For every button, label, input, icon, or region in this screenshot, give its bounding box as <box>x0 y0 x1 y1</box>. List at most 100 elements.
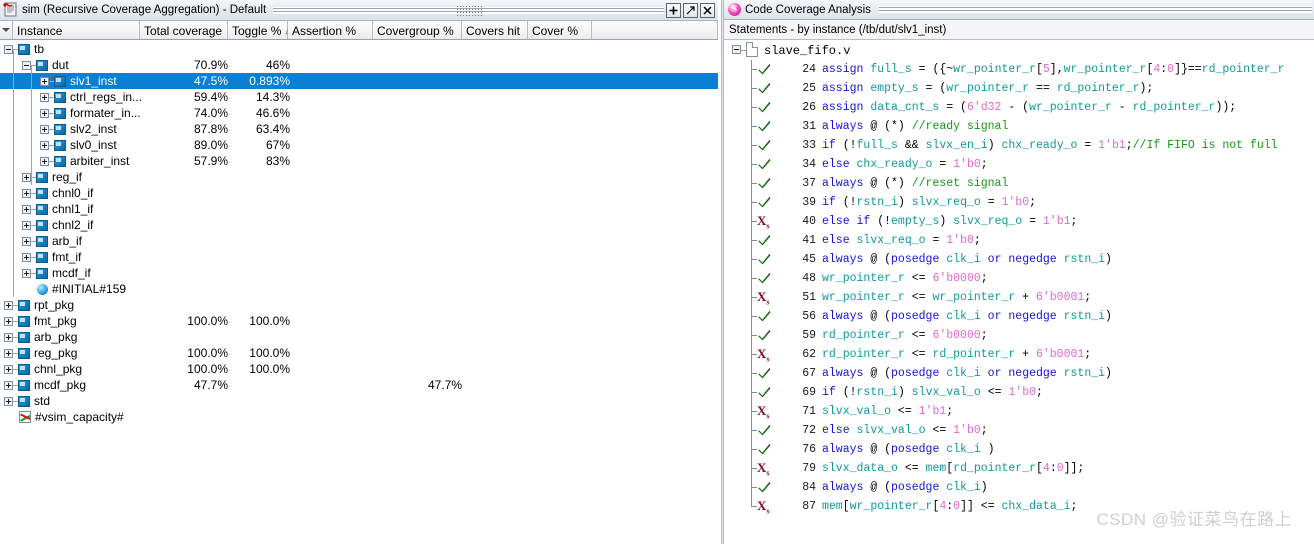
expand-node-icon[interactable] <box>22 252 31 262</box>
expand-node-icon[interactable] <box>22 172 31 182</box>
tree-row[interactable]: rpt_pkg <box>0 297 718 313</box>
maximize-pane-button[interactable] <box>666 2 681 18</box>
code-token: rd_pointer_r <box>1132 101 1216 114</box>
code-line-row[interactable]: 56 always @ (posedge clk_i or negedge rst… <box>724 307 1314 326</box>
cell-toggle-percent: 83% <box>265 154 290 168</box>
code-line-row[interactable]: 84 always @ (posedge clk_i) <box>724 478 1314 497</box>
column-header-assertion[interactable]: Assertion % <box>288 21 373 39</box>
code-line-row[interactable]: 37 always @ (*) //reset signal <box>724 174 1314 193</box>
expand-node-icon[interactable] <box>22 220 31 230</box>
code-line-row[interactable]: Xs 71 slvx_val_o <= 1'b1; <box>724 402 1314 421</box>
column-header-cover[interactable]: Cover % <box>528 21 592 39</box>
code-line-row[interactable]: 69 if (!rstn_i) slvx_val_o <= 1'b0; <box>724 383 1314 402</box>
coverage-status-gutter <box>724 136 788 155</box>
expand-node-icon[interactable] <box>4 300 13 310</box>
code-line-row[interactable]: 31 always @ (*) //ready signal <box>724 117 1314 136</box>
code-line-row[interactable]: 24 assign full_s = ({~wr_pointer_r[5],wr_… <box>724 60 1314 79</box>
expand-node-icon[interactable] <box>40 76 49 86</box>
column-header-covergroup[interactable]: Covergroup % <box>373 21 462 39</box>
tree-row[interactable]: dut 70.9% 46% <box>0 57 718 73</box>
tree-row[interactable]: tb <box>0 41 718 57</box>
code-line-row[interactable]: 67 always @ (posedge clk_i or negedge rst… <box>724 364 1314 383</box>
tree-row[interactable]: std <box>0 393 718 409</box>
code-token: 1'b1 <box>1042 215 1071 228</box>
expand-node-icon[interactable] <box>40 108 49 118</box>
line-number: 37 <box>802 177 816 190</box>
expand-node-icon[interactable] <box>22 236 31 246</box>
code-line-row[interactable]: 34 else chx_ready_o = 1'b0; <box>724 155 1314 174</box>
expand-node-icon[interactable] <box>4 332 13 342</box>
tree-row[interactable]: slv2_inst 87.8% 63.4% <box>0 121 718 137</box>
collapse-node-icon[interactable] <box>4 44 13 54</box>
column-header-total-coverage[interactable]: Total coverage <box>140 21 228 39</box>
column-header-covers-hit[interactable]: Covers hit <box>462 21 528 39</box>
code-line-row[interactable]: 45 always @ (posedge clk_i or negedge rst… <box>724 250 1314 269</box>
tree-row[interactable]: arbiter_inst 57.9% 83% <box>0 153 718 169</box>
code-token: data_cnt_s <box>870 101 947 114</box>
tree-row[interactable]: #vsim_capacity# <box>0 409 718 425</box>
line-number: 84 <box>802 481 816 494</box>
tree-row[interactable]: chnl2_if <box>0 217 718 233</box>
cell-total-coverage: 100.0% <box>187 314 228 328</box>
undock-pane-button[interactable] <box>683 2 698 18</box>
expand-node-icon[interactable] <box>4 396 13 406</box>
column-options-button[interactable] <box>0 21 13 39</box>
tree-row[interactable]: reg_if <box>0 169 718 185</box>
tree-row[interactable]: arb_pkg <box>0 329 718 345</box>
code-line-row[interactable]: 59 rd_pointer_r <= 6'b0000; <box>724 326 1314 345</box>
code-line-row[interactable]: Xs 51 wr_pointer_r <= wr_pointer_r + 6'b00… <box>724 288 1314 307</box>
titlebar-drag-grip[interactable] <box>273 4 664 16</box>
tree-row[interactable]: mcdf_if <box>0 265 718 281</box>
code-titlebar-drag-grip[interactable] <box>878 4 1312 15</box>
code-line-row[interactable]: 48 wr_pointer_r <= 6'b0000; <box>724 269 1314 288</box>
column-header-toggle[interactable]: Toggle %△ <box>228 21 292 39</box>
code-token: posedge <box>891 253 947 266</box>
tree-row[interactable]: slv0_inst 89.0% 67% <box>0 137 718 153</box>
tree-connector-line <box>751 335 757 336</box>
code-line-row[interactable]: 76 always @ (posedge clk_i ) <box>724 440 1314 459</box>
expand-node-icon[interactable] <box>22 268 31 278</box>
expand-node-icon[interactable] <box>40 124 49 134</box>
code-line-row[interactable]: 72 else slvx_val_o <= 1'b0; <box>724 421 1314 440</box>
code-line-row[interactable]: Xs 79 slvx_data_o <= mem[rd_pointer_r[4:0]… <box>724 459 1314 478</box>
expand-node-icon[interactable] <box>22 188 31 198</box>
instance-tree[interactable]: tb dut 70.9% 46% slv1_inst 47.5% 0.893% ctrl_re… <box>0 41 718 544</box>
tree-row[interactable]: chnl_pkg 100.0% 100.0% <box>0 361 718 377</box>
tree-row[interactable]: chnl0_if <box>0 185 718 201</box>
tree-row[interactable]: mcdf_pkg 47.7% 47.7% <box>0 377 718 393</box>
collapse-node-icon[interactable] <box>22 60 31 70</box>
close-pane-button[interactable] <box>700 2 715 18</box>
code-line-row[interactable]: 39 if (!rstn_i) slvx_req_o = 1'b0; <box>724 193 1314 212</box>
tree-row[interactable]: ctrl_regs_in... 59.4% 14.3% <box>0 89 718 105</box>
coverage-status-gutter: Xs <box>724 345 788 364</box>
code-line-row[interactable]: 33 if (!full_s && slvx_en_i) chx_ready_o … <box>724 136 1314 155</box>
column-header-instance[interactable]: Instance <box>13 21 140 39</box>
tree-row[interactable]: reg_pkg 100.0% 100.0% <box>0 345 718 361</box>
green-check-icon <box>758 367 771 379</box>
tree-row-selected[interactable]: slv1_inst 47.5% 0.893% <box>0 73 718 89</box>
code-token: ); <box>1139 82 1154 95</box>
expand-node-icon[interactable] <box>40 156 49 166</box>
source-file-row[interactable]: slave_fifo.v <box>724 41 1314 60</box>
tree-row[interactable]: chnl1_if <box>0 201 718 217</box>
collapse-file-icon[interactable] <box>732 45 741 54</box>
expand-node-icon[interactable] <box>4 316 13 326</box>
statement-coverage-list[interactable]: slave_fifo.v 24 assign full_s = ({~wr_poin… <box>724 41 1314 544</box>
tree-row[interactable]: fmt_if <box>0 249 718 265</box>
tree-row[interactable]: formater_in... 74.0% 46.6% <box>0 105 718 121</box>
code-line-row[interactable]: 41 else slvx_req_o = 1'b0; <box>724 231 1314 250</box>
code-line-row[interactable]: 25 assign empty_s = (wr_pointer_r == rd_p… <box>724 79 1314 98</box>
tree-row[interactable]: #INITIAL#159 <box>0 281 718 297</box>
expand-node-icon[interactable] <box>4 380 13 390</box>
tree-row[interactable]: fmt_pkg 100.0% 100.0% <box>0 313 718 329</box>
code-line-row[interactable]: Xs 40 else if (!empty_s) slvx_req_o = 1'b1… <box>724 212 1314 231</box>
code-line-row[interactable]: 26 assign data_cnt_s = (6'd32 - (wr_point… <box>724 98 1314 117</box>
coverage-status-gutter <box>724 250 788 269</box>
expand-node-icon[interactable] <box>40 92 49 102</box>
expand-node-icon[interactable] <box>22 204 31 214</box>
expand-node-icon[interactable] <box>4 364 13 374</box>
tree-row[interactable]: arb_if <box>0 233 718 249</box>
expand-node-icon[interactable] <box>4 348 13 358</box>
code-line-row[interactable]: Xs 62 rd_pointer_r <= rd_pointer_r + 6'b00… <box>724 345 1314 364</box>
expand-node-icon[interactable] <box>40 140 49 150</box>
